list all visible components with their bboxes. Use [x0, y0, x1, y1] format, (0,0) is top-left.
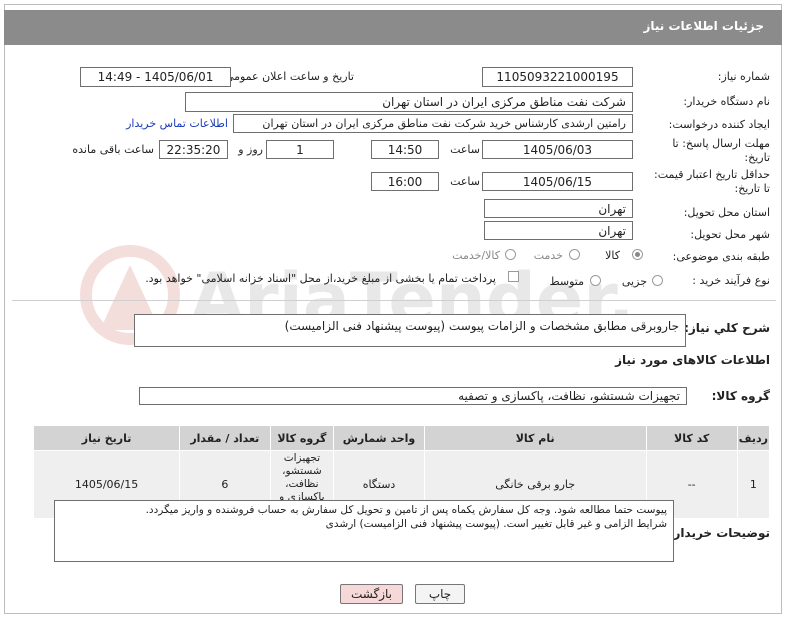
goods-group-field: تجهیزات شستشو، نظافت، پاکسازی و تصفیه	[139, 387, 687, 405]
col-header-row-number: ردیف	[736, 425, 771, 451]
city-field: تهران	[484, 221, 633, 240]
table-header-row: ردیف کد کالا نام کالا واحد شمارش گروه کا…	[32, 425, 771, 451]
process-option-medium: متوسط	[549, 275, 584, 288]
buyer-contact-link[interactable]: اطلاعات تماس خریدار	[126, 117, 228, 130]
process-option-minor: جزیی	[621, 275, 647, 288]
page-title: جزئیات اطلاعات نیاز	[643, 19, 764, 33]
treasury-payment-checkbox[interactable]	[508, 271, 519, 282]
buyer-org-field: شرکت نفت مناطق مرکزی ایران در استان تهرا…	[185, 92, 633, 112]
process-radio-minor[interactable]	[652, 275, 663, 286]
process-label: نوع فرآیند خرید :	[692, 274, 770, 287]
validity-label-line2: تا تاریخ:	[734, 182, 770, 195]
validity-time-field: 16:00	[371, 172, 439, 191]
creator-field: رامتین ارشدی کارشناس خرید شرکت نفت مناطق…	[233, 114, 633, 133]
deadline-date-field: 1405/06/03	[482, 140, 633, 159]
validity-time-label: ساعت	[450, 175, 480, 188]
summary-label: شرح کلي نياز:	[684, 321, 770, 335]
deadline-days-field: 1	[266, 140, 334, 159]
deadline-label-line1: مهلت ارسال پاسخ: تا	[672, 137, 770, 150]
back-button[interactable]: بازگشت	[340, 584, 403, 604]
need-number-field: 1105093221000195	[482, 67, 633, 87]
divider	[12, 300, 776, 301]
validity-label-line1: حداقل تاریخ اعتبار قیمت:	[654, 168, 770, 181]
category-option-goods: کالا	[605, 249, 620, 262]
category-label: طبقه بندی موضوعی:	[672, 250, 770, 263]
col-header-need-date: تاریخ نیاز	[32, 425, 181, 451]
deadline-remaining-field: 22:35:20	[159, 140, 228, 159]
category-radio-service[interactable]	[569, 249, 580, 260]
goods-info-title: اطلاعات کالاهای مورد نیاز	[615, 353, 770, 367]
deadline-days-label: روز و	[238, 143, 263, 156]
category-radio-goods-service[interactable]	[505, 249, 516, 260]
deadline-label-line2: تاریخ:	[744, 151, 770, 164]
goods-group-label: گروه کالا:	[711, 389, 770, 403]
buyer-notes-label: توضیحات خریدار:	[668, 526, 770, 540]
summary-field: جاروبرقی مطابق مشخصات و الزامات پیوست (پ…	[134, 314, 686, 347]
validity-date-field: 1405/06/15	[482, 172, 633, 191]
category-option-goods-service: کالا/خدمت	[452, 249, 500, 262]
city-label: شهر محل تحویل:	[690, 228, 770, 241]
category-option-service: خدمت	[533, 249, 563, 262]
treasury-payment-note: پرداخت تمام یا بخشی از مبلغ خرید،از محل …	[145, 272, 496, 285]
buyer-org-label: نام دستگاه خریدار:	[683, 95, 770, 108]
need-number-label: شماره نیاز:	[717, 70, 770, 83]
province-field: تهران	[484, 199, 633, 218]
deadline-time-field: 14:50	[371, 140, 439, 159]
process-radio-medium[interactable]	[590, 275, 601, 286]
creator-label: ایجاد کننده درخواست:	[668, 118, 770, 131]
col-header-item-name: نام کالا	[423, 425, 647, 451]
cell-row-number: 1	[736, 450, 771, 519]
buyer-notes-field: پیوست حتما مطالعه شود. وجه کل سفارش یکما…	[54, 500, 674, 562]
category-radio-goods[interactable]	[632, 249, 643, 260]
deadline-remaining-label: ساعت باقی مانده	[72, 143, 154, 156]
print-button[interactable]: چاپ	[415, 584, 465, 604]
announce-label: تاریخ و ساعت اعلان عمومی:	[221, 70, 354, 83]
col-header-unit: واحد شمارش	[333, 425, 425, 451]
buyer-notes-line1: پیوست حتما مطالعه شود. وجه کل سفارش یکما…	[145, 504, 667, 516]
page-header: جزئیات اطلاعات نیاز	[4, 10, 782, 45]
col-header-quantity: تعداد / مقدار	[179, 425, 271, 451]
col-header-item-code: کد کالا	[645, 425, 738, 451]
deadline-time-label: ساعت	[450, 143, 480, 156]
province-label: استان محل تحویل:	[683, 206, 770, 219]
announce-field: 1405/06/01 - 14:49	[80, 67, 231, 87]
buyer-notes-line2: شرایط الزامی و غیر قابل تغییر است. (پیوس…	[325, 518, 667, 530]
col-header-group: گروه کالا	[269, 425, 335, 451]
